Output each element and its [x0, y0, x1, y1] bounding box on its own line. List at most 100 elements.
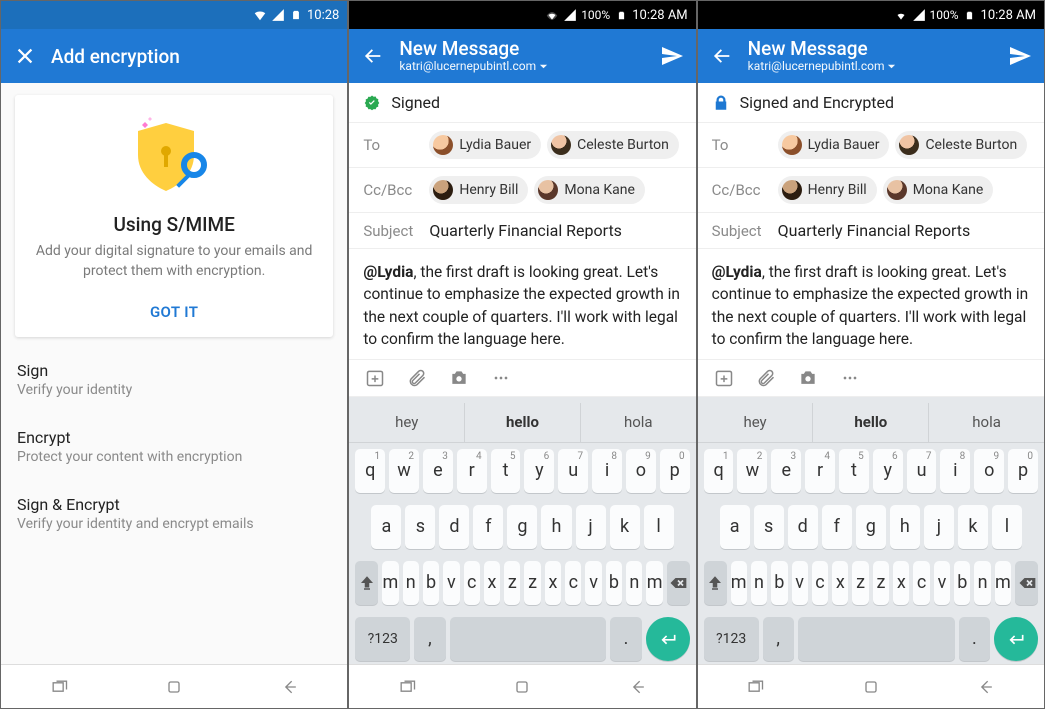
key-i[interactable]: i8	[940, 449, 970, 493]
key-o[interactable]: o9	[626, 449, 656, 493]
key-m[interactable]: m	[995, 561, 1011, 605]
key-t[interactable]: t5	[491, 449, 521, 493]
recipient-chip[interactable]: Mona Kane	[883, 176, 994, 204]
key-x[interactable]: x	[893, 561, 909, 605]
calendar-add-icon[interactable]	[365, 368, 385, 388]
comma-key[interactable]: ,	[763, 617, 794, 661]
cc-row[interactable]: Cc/Bcc Henry Bill Mona Kane	[698, 168, 1044, 213]
key-q[interactable]: q1	[704, 449, 734, 493]
key-q[interactable]: q1	[355, 449, 385, 493]
key-v[interactable]: v	[585, 561, 601, 605]
attachment-icon[interactable]	[756, 368, 776, 388]
home-icon[interactable]	[861, 677, 881, 697]
back-icon[interactable]	[976, 677, 996, 697]
key-w[interactable]: w2	[389, 449, 419, 493]
key-n[interactable]: n	[626, 561, 642, 605]
recipient-chip[interactable]: Henry Bill	[429, 176, 528, 204]
key-z[interactable]: z	[873, 561, 889, 605]
key-z[interactable]: z	[852, 561, 868, 605]
key-b[interactable]: b	[771, 561, 787, 605]
period-key[interactable]: .	[610, 617, 641, 661]
key-y[interactable]: y6	[873, 449, 903, 493]
key-m[interactable]: m	[731, 561, 747, 605]
key-k[interactable]: k	[610, 505, 640, 549]
symbols-key[interactable]: ?123	[704, 617, 759, 661]
back-arrow-icon[interactable]	[710, 44, 734, 68]
key-z[interactable]: z	[524, 561, 540, 605]
key-u[interactable]: u7	[558, 449, 588, 493]
key-b[interactable]: b	[954, 561, 970, 605]
cc-row[interactable]: Cc/Bcc Henry Bill Mona Kane	[349, 168, 695, 213]
period-key[interactable]: .	[959, 617, 990, 661]
subject-row[interactable]: Subject Quarterly Financial Reports	[349, 213, 695, 249]
key-p[interactable]: p0	[660, 449, 690, 493]
more-icon[interactable]	[840, 368, 860, 388]
backspace-key[interactable]	[1015, 561, 1038, 605]
key-l[interactable]: l	[992, 505, 1022, 549]
attachment-icon[interactable]	[407, 368, 427, 388]
key-m[interactable]: m	[646, 561, 662, 605]
enter-key[interactable]	[646, 617, 690, 661]
recents-icon[interactable]	[49, 677, 69, 697]
key-y[interactable]: y6	[524, 449, 554, 493]
key-r[interactable]: r4	[805, 449, 835, 493]
back-arrow-icon[interactable]	[361, 44, 385, 68]
camera-icon[interactable]	[449, 368, 469, 388]
got-it-button[interactable]: GOT IT	[33, 293, 315, 323]
key-x[interactable]: x	[832, 561, 848, 605]
key-n[interactable]: n	[974, 561, 990, 605]
key-j[interactable]: j	[924, 505, 954, 549]
key-e[interactable]: e3	[771, 449, 801, 493]
key-n[interactable]: n	[751, 561, 767, 605]
spacebar-key[interactable]	[798, 617, 955, 661]
to-row[interactable]: To Lydia Bauer Celeste Burton	[698, 123, 1044, 168]
recents-icon[interactable]	[745, 677, 765, 697]
camera-icon[interactable]	[798, 368, 818, 388]
key-a[interactable]: a	[371, 505, 401, 549]
key-s[interactable]: s	[754, 505, 784, 549]
suggestion[interactable]: hola	[581, 403, 696, 442]
symbols-key[interactable]: ?123	[355, 617, 410, 661]
back-icon[interactable]	[280, 677, 300, 697]
key-v[interactable]: v	[934, 561, 950, 605]
key-s[interactable]: s	[405, 505, 435, 549]
home-icon[interactable]	[512, 677, 532, 697]
calendar-add-icon[interactable]	[714, 368, 734, 388]
key-m[interactable]: m	[382, 561, 398, 605]
subject-row[interactable]: Subject Quarterly Financial Reports	[698, 213, 1044, 249]
suggestion[interactable]: hey	[698, 403, 814, 442]
key-x[interactable]: x	[545, 561, 561, 605]
key-u[interactable]: u7	[907, 449, 937, 493]
recipient-chip[interactable]: Celeste Burton	[547, 131, 679, 159]
key-f[interactable]: f	[822, 505, 852, 549]
suggestion[interactable]: hola	[929, 403, 1044, 442]
key-k[interactable]: k	[958, 505, 988, 549]
key-l[interactable]: l	[644, 505, 674, 549]
key-i[interactable]: i8	[592, 449, 622, 493]
shift-key[interactable]	[355, 561, 378, 605]
key-b[interactable]: b	[423, 561, 439, 605]
recipient-chip[interactable]: Lydia Bauer	[778, 131, 890, 159]
recipient-chip[interactable]: Lydia Bauer	[429, 131, 541, 159]
suggestion[interactable]: hello	[813, 403, 929, 442]
key-d[interactable]: d	[788, 505, 818, 549]
recipient-chip[interactable]: Henry Bill	[778, 176, 877, 204]
close-icon[interactable]	[13, 44, 37, 68]
key-g[interactable]: g	[507, 505, 537, 549]
key-c[interactable]: c	[913, 561, 929, 605]
message-body[interactable]: @Lydia, the first draft is looking great…	[698, 249, 1044, 360]
option-sign[interactable]: Sign Verify your identity	[15, 347, 333, 414]
more-icon[interactable]	[491, 368, 511, 388]
key-j[interactable]: j	[576, 505, 606, 549]
option-sign-encrypt[interactable]: Sign & Encrypt Verify your identity and …	[15, 481, 333, 548]
key-x[interactable]: x	[484, 561, 500, 605]
key-c[interactable]: c	[812, 561, 828, 605]
key-h[interactable]: h	[890, 505, 920, 549]
comma-key[interactable]: ,	[414, 617, 445, 661]
message-body[interactable]: @Lydia, the first draft is looking great…	[349, 249, 695, 360]
key-w[interactable]: w2	[737, 449, 767, 493]
key-p[interactable]: p0	[1008, 449, 1038, 493]
key-v[interactable]: v	[443, 561, 459, 605]
to-row[interactable]: To Lydia Bauer Celeste Burton	[349, 123, 695, 168]
back-icon[interactable]	[628, 677, 648, 697]
